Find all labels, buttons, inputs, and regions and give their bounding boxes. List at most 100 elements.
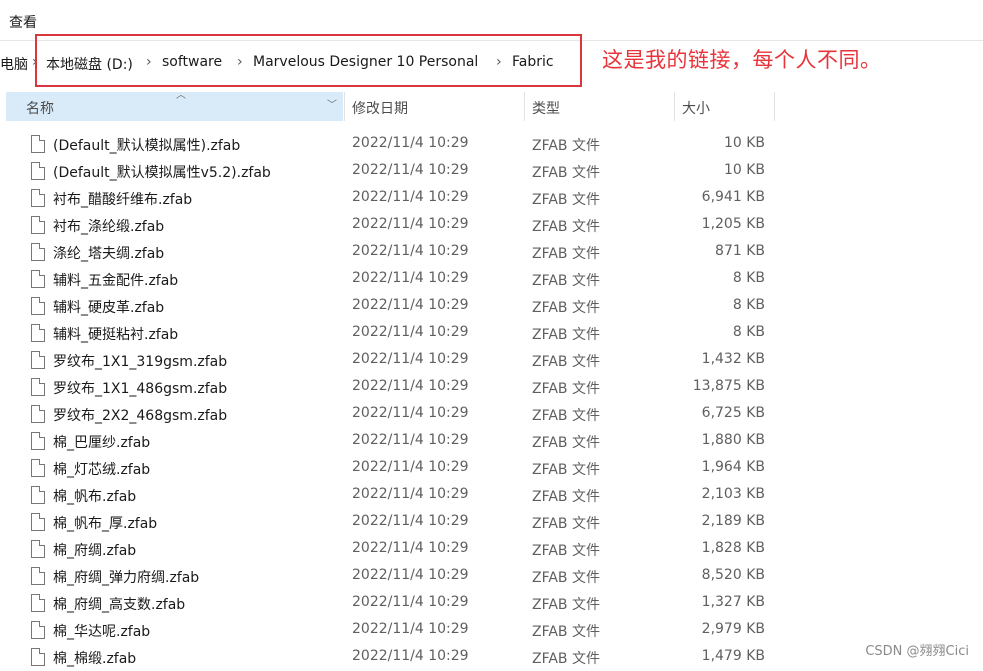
file-size: 1,880 KB: [701, 432, 765, 448]
file-name: 罗纹布_1X1_319gsm.zfab: [53, 354, 228, 370]
file-icon: [31, 216, 45, 234]
file-date: 2022/11/4 10:29: [352, 405, 469, 421]
file-type: ZFAB 文件: [532, 273, 600, 289]
file-date: 2022/11/4 10:29: [352, 567, 469, 583]
file-type: ZFAB 文件: [532, 543, 600, 559]
file-name: 棉_府绸_弹力府绸.zfab: [53, 570, 200, 586]
file-name: 棉_府绸.zfab: [53, 543, 137, 559]
file-date: 2022/11/4 10:29: [352, 540, 469, 556]
file-size: 8,520 KB: [701, 567, 765, 583]
file-size: 1,964 KB: [701, 459, 765, 475]
file-type: ZFAB 文件: [532, 138, 600, 154]
file-name: 辅料_硬挺粘衬.zfab: [53, 327, 179, 343]
file-size: 10 KB: [723, 162, 765, 178]
file-date: 2022/11/4 10:29: [352, 378, 469, 394]
file-name: 棉_巴厘纱.zfab: [53, 435, 151, 451]
column-header-name[interactable]: 名称: [26, 98, 54, 118]
file-name: 涤纶_塔夫绸.zfab: [53, 246, 165, 262]
file-row[interactable]: 棉_棉缎.zfab 2022/11/4 10:29 ZFAB 文件 1,479 KB: [0, 644, 780, 671]
file-date: 2022/11/4 10:29: [352, 648, 469, 664]
file-row[interactable]: 罗纹布_1X1_319gsm.zfab 2022/11/4 10:29 ZFAB 文…: [0, 347, 780, 374]
file-type: ZFAB 文件: [532, 624, 600, 640]
file-type: ZFAB 文件: [532, 651, 600, 667]
file-row[interactable]: 棉_华达呢.zfab 2022/11/4 10:29 ZFAB 文件 2,979 KB: [0, 617, 780, 644]
column-divider[interactable]: [524, 92, 525, 121]
file-icon: [31, 270, 45, 288]
file-icon: [31, 189, 45, 207]
file-size: 1,205 KB: [701, 216, 765, 232]
file-icon: [31, 621, 45, 639]
file-type: ZFAB 文件: [532, 435, 600, 451]
file-type: ZFAB 文件: [532, 570, 600, 586]
file-row[interactable]: 衬布_醋酸纤维布.zfab 2022/11/4 10:29 ZFAB 文件 6,941…: [0, 185, 780, 212]
file-row[interactable]: 棉_灯芯绒.zfab 2022/11/4 10:29 ZFAB 文件 1,964 KB: [0, 455, 780, 482]
column-header-date[interactable]: 修改日期: [352, 98, 408, 118]
file-row[interactable]: 罗纹布_2X2_468gsm.zfab 2022/11/4 10:29 ZFAB 文…: [0, 401, 780, 428]
column-divider[interactable]: [674, 92, 675, 121]
file-date: 2022/11/4 10:29: [352, 621, 469, 637]
file-row[interactable]: 衬布_涤纶缎.zfab 2022/11/4 10:29 ZFAB 文件 1,205 K…: [0, 212, 780, 239]
file-size: 1,327 KB: [701, 594, 765, 610]
file-date: 2022/11/4 10:29: [352, 432, 469, 448]
file-icon: [31, 243, 45, 261]
file-icon: [31, 162, 45, 180]
file-date: 2022/11/4 10:29: [352, 513, 469, 529]
highlight-box: [35, 34, 582, 87]
file-size: 1,479 KB: [701, 648, 765, 664]
file-row[interactable]: (Default_默认模拟属性v5.2).zfab 2022/11/4 10:29…: [0, 158, 780, 185]
file-date: 2022/11/4 10:29: [352, 324, 469, 340]
file-row[interactable]: 涤纶_塔夫绸.zfab 2022/11/4 10:29 ZFAB 文件 871 KB: [0, 239, 780, 266]
file-type: ZFAB 文件: [532, 300, 600, 316]
file-row[interactable]: 辅料_硬挺粘衬.zfab 2022/11/4 10:29 ZFAB 文件 8 KB: [0, 320, 780, 347]
file-row[interactable]: 辅料_五金配件.zfab 2022/11/4 10:29 ZFAB 文件 8 KB: [0, 266, 780, 293]
file-row[interactable]: 罗纹布_1X1_486gsm.zfab 2022/11/4 10:29 ZFAB 文…: [0, 374, 780, 401]
file-icon: [31, 513, 45, 531]
file-size: 2,979 KB: [701, 621, 765, 637]
file-date: 2022/11/4 10:29: [352, 270, 469, 286]
chevron-down-icon[interactable]: ﹀: [327, 96, 337, 111]
file-size: 871 KB: [715, 243, 765, 259]
column-header-type[interactable]: 类型: [532, 98, 560, 118]
file-row[interactable]: (Default_默认模拟属性).zfab 2022/11/4 10:29 ZFAB…: [0, 131, 780, 158]
file-size: 2,189 KB: [701, 513, 765, 529]
file-size: 2,103 KB: [701, 486, 765, 502]
column-header-size[interactable]: 大小: [682, 98, 710, 118]
file-type: ZFAB 文件: [532, 327, 600, 343]
column-divider[interactable]: [774, 92, 775, 121]
file-icon: [31, 405, 45, 423]
menu-view[interactable]: 查看: [9, 12, 37, 32]
file-date: 2022/11/4 10:29: [352, 594, 469, 610]
file-name: 棉_棉缎.zfab: [53, 651, 137, 667]
file-row[interactable]: 棉_帆布.zfab 2022/11/4 10:29 ZFAB 文件 2,103 KB: [0, 482, 780, 509]
file-row[interactable]: 棉_帆布_厚.zfab 2022/11/4 10:29 ZFAB 文件 2,189 K…: [0, 509, 780, 536]
file-row[interactable]: 棉_府绸_弹力府绸.zfab 2022/11/4 10:29 ZFAB 文件 8,52…: [0, 563, 780, 590]
file-type: ZFAB 文件: [532, 408, 600, 424]
file-size: 1,828 KB: [701, 540, 765, 556]
file-icon: [31, 648, 45, 666]
file-type: ZFAB 文件: [532, 489, 600, 505]
file-icon: [31, 324, 45, 342]
file-date: 2022/11/4 10:29: [352, 162, 469, 178]
file-size: 6,941 KB: [701, 189, 765, 205]
file-type: ZFAB 文件: [532, 516, 600, 532]
file-name: 棉_帆布_厚.zfab: [53, 516, 158, 532]
file-date: 2022/11/4 10:29: [352, 459, 469, 475]
file-icon: [31, 594, 45, 612]
file-row[interactable]: 辅料_硬皮革.zfab 2022/11/4 10:29 ZFAB 文件 8 KB: [0, 293, 780, 320]
breadcrumb-this-pc[interactable]: 电脑: [0, 54, 28, 74]
file-icon: [31, 459, 45, 477]
file-type: ZFAB 文件: [532, 165, 600, 181]
file-name: 棉_帆布.zfab: [53, 489, 137, 505]
file-row[interactable]: 棉_府绸_高支数.zfab 2022/11/4 10:29 ZFAB 文件 1,327…: [0, 590, 780, 617]
file-icon: [31, 351, 45, 369]
column-header-name-bg: [6, 92, 343, 121]
file-size: 10 KB: [723, 135, 765, 151]
file-icon: [31, 135, 45, 153]
file-row[interactable]: 棉_府绸.zfab 2022/11/4 10:29 ZFAB 文件 1,828 KB: [0, 536, 780, 563]
column-divider[interactable]: [344, 92, 345, 121]
file-date: 2022/11/4 10:29: [352, 297, 469, 313]
file-date: 2022/11/4 10:29: [352, 351, 469, 367]
file-row[interactable]: 棉_巴厘纱.zfab 2022/11/4 10:29 ZFAB 文件 1,880 KB: [0, 428, 780, 455]
file-type: ZFAB 文件: [532, 246, 600, 262]
file-date: 2022/11/4 10:29: [352, 216, 469, 232]
